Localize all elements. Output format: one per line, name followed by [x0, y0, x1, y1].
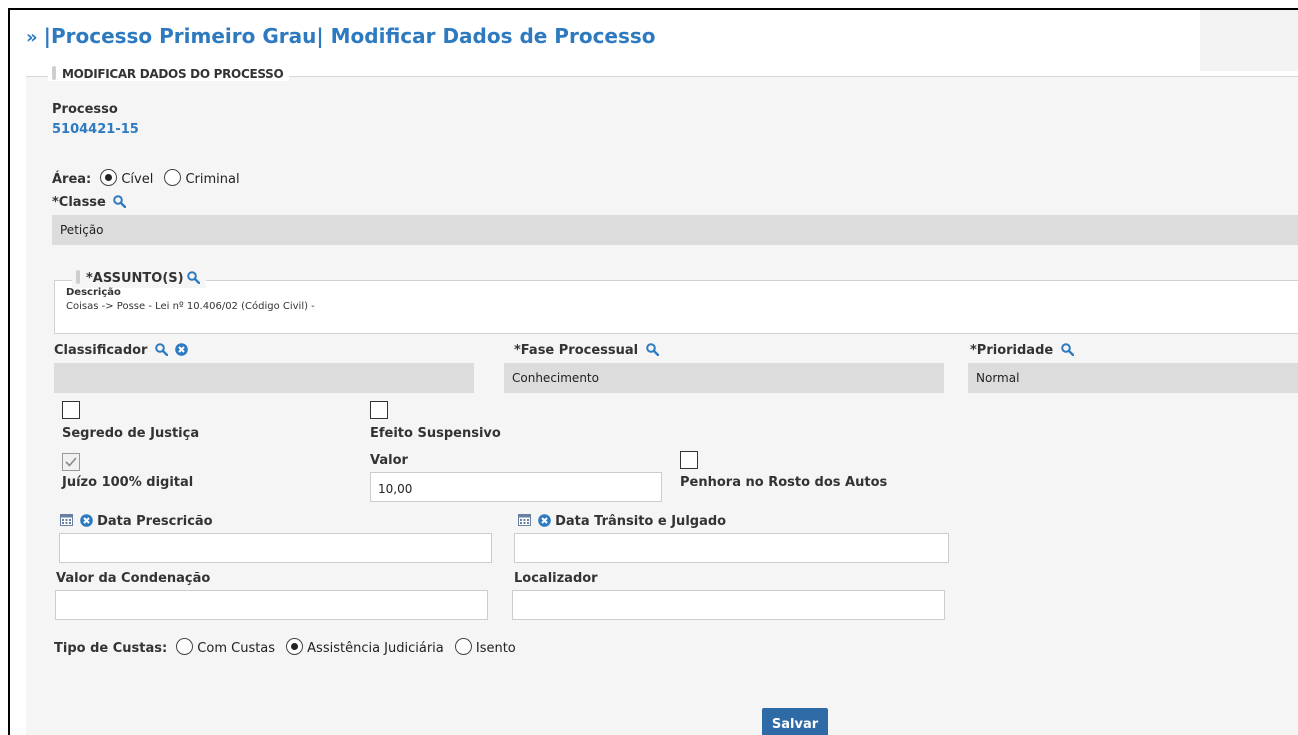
- data-prescricao-label-group: Data Prescricão: [60, 514, 213, 531]
- valor-input[interactable]: 10,00: [370, 472, 662, 502]
- page-title: » |Processo Primeiro Grau| Modificar Dado…: [26, 24, 656, 48]
- custas-group: Tipo de Custas: Com Custas Assistência J…: [54, 637, 522, 656]
- save-button[interactable]: Salvar: [762, 708, 828, 735]
- prioridade-label: *Prioridade: [970, 343, 1054, 358]
- juizo-label: Juízo 100% digital: [62, 475, 194, 490]
- area-label: Área:: [52, 172, 92, 187]
- classificador-field: [54, 363, 474, 393]
- calendar-icon[interactable]: [60, 514, 73, 530]
- area-civel-radio[interactable]: [100, 169, 118, 186]
- search-icon[interactable]: [186, 271, 200, 288]
- fase-label: *Fase Processual: [514, 343, 639, 358]
- area-criminal-label: Criminal: [185, 172, 240, 187]
- custas-assistencia-label: Assistência Judiciária: [307, 641, 444, 656]
- prioridade-field: Normal: [968, 363, 1298, 393]
- valor-condenacao-input[interactable]: [55, 590, 488, 620]
- segredo-checkbox[interactable]: [62, 401, 80, 419]
- fase-field: Conhecimento: [504, 363, 944, 393]
- search-icon[interactable]: [155, 343, 169, 360]
- section-legend-text: MODIFICAR DADOS DO PROCESSO: [62, 67, 284, 81]
- search-icon[interactable]: [645, 343, 659, 360]
- custas-assistencia-radio[interactable]: [286, 638, 304, 655]
- custas-label: Tipo de Custas:: [54, 641, 168, 656]
- efeito-checkbox[interactable]: [370, 401, 388, 419]
- custas-isento-label: Isento: [475, 641, 516, 656]
- app-frame: » |Processo Primeiro Grau| Modificar Dado…: [8, 8, 1298, 735]
- assunto-desc-value: Coisas -> Posse - Lei nº 10.406/02 (Códi…: [66, 301, 315, 312]
- classe-label-group: *Classe: [52, 195, 127, 212]
- section-legend: MODIFICAR DADOS DO PROCESSO: [48, 66, 290, 81]
- valor-label: Valor: [370, 453, 408, 468]
- custas-isento-radio[interactable]: [454, 638, 472, 655]
- header-side-panel: [1200, 10, 1298, 71]
- classe-label: *Classe: [52, 195, 106, 210]
- search-icon[interactable]: [113, 195, 127, 212]
- localizador-label: Localizador: [514, 571, 598, 586]
- breadcrumb-arrow: »: [26, 27, 38, 48]
- data-transito-label: Data Trânsito e Julgado: [555, 514, 727, 529]
- processo-number-link[interactable]: 5104421-15: [52, 122, 139, 137]
- calendar-icon[interactable]: [518, 514, 531, 530]
- fase-label-group: *Fase Processual: [514, 343, 659, 360]
- juizo-checkbox[interactable]: [62, 453, 80, 471]
- area-civel-label: Cível: [121, 172, 154, 187]
- legend-bar: [76, 270, 80, 284]
- valor-condenacao-label: Valor da Condenação: [56, 571, 211, 586]
- penhora-label: Penhora no Rosto dos Autos: [680, 475, 888, 490]
- clear-icon[interactable]: [79, 514, 93, 531]
- assunto-legend: *ASSUNTO(S): [72, 270, 206, 288]
- data-prescricao-input[interactable]: [59, 533, 492, 563]
- data-transito-label-group: Data Trânsito e Julgado: [518, 514, 726, 531]
- classificador-label-group: Classificador: [54, 343, 188, 360]
- data-prescricao-label: Data Prescricão: [97, 514, 213, 529]
- clear-icon[interactable]: [174, 343, 188, 360]
- area-group: Área: Cível Criminal: [52, 168, 246, 187]
- data-transito-input[interactable]: [514, 533, 949, 563]
- area-criminal-radio[interactable]: [164, 169, 182, 186]
- search-icon[interactable]: [1060, 343, 1074, 360]
- clear-icon[interactable]: [537, 514, 551, 531]
- assunto-desc-label: Descrição: [66, 287, 121, 298]
- custas-com-custas-radio[interactable]: [176, 638, 194, 655]
- legend-bar: [52, 66, 56, 80]
- processo-label: Processo: [52, 102, 118, 117]
- page-title-text: |Processo Primeiro Grau| Modificar Dados…: [43, 24, 656, 48]
- assunto-legend-text: *ASSUNTO(S): [86, 271, 184, 286]
- penhora-checkbox[interactable]: [680, 451, 698, 469]
- classificador-label: Classificador: [54, 343, 148, 358]
- localizador-input[interactable]: [512, 590, 945, 620]
- check-icon: [65, 457, 77, 467]
- classe-field: Petição: [52, 215, 1298, 245]
- segredo-label: Segredo de Justiça: [62, 426, 200, 441]
- efeito-label: Efeito Suspensivo: [370, 426, 501, 441]
- prioridade-label-group: *Prioridade: [970, 343, 1074, 360]
- custas-com-custas-label: Com Custas: [197, 641, 276, 656]
